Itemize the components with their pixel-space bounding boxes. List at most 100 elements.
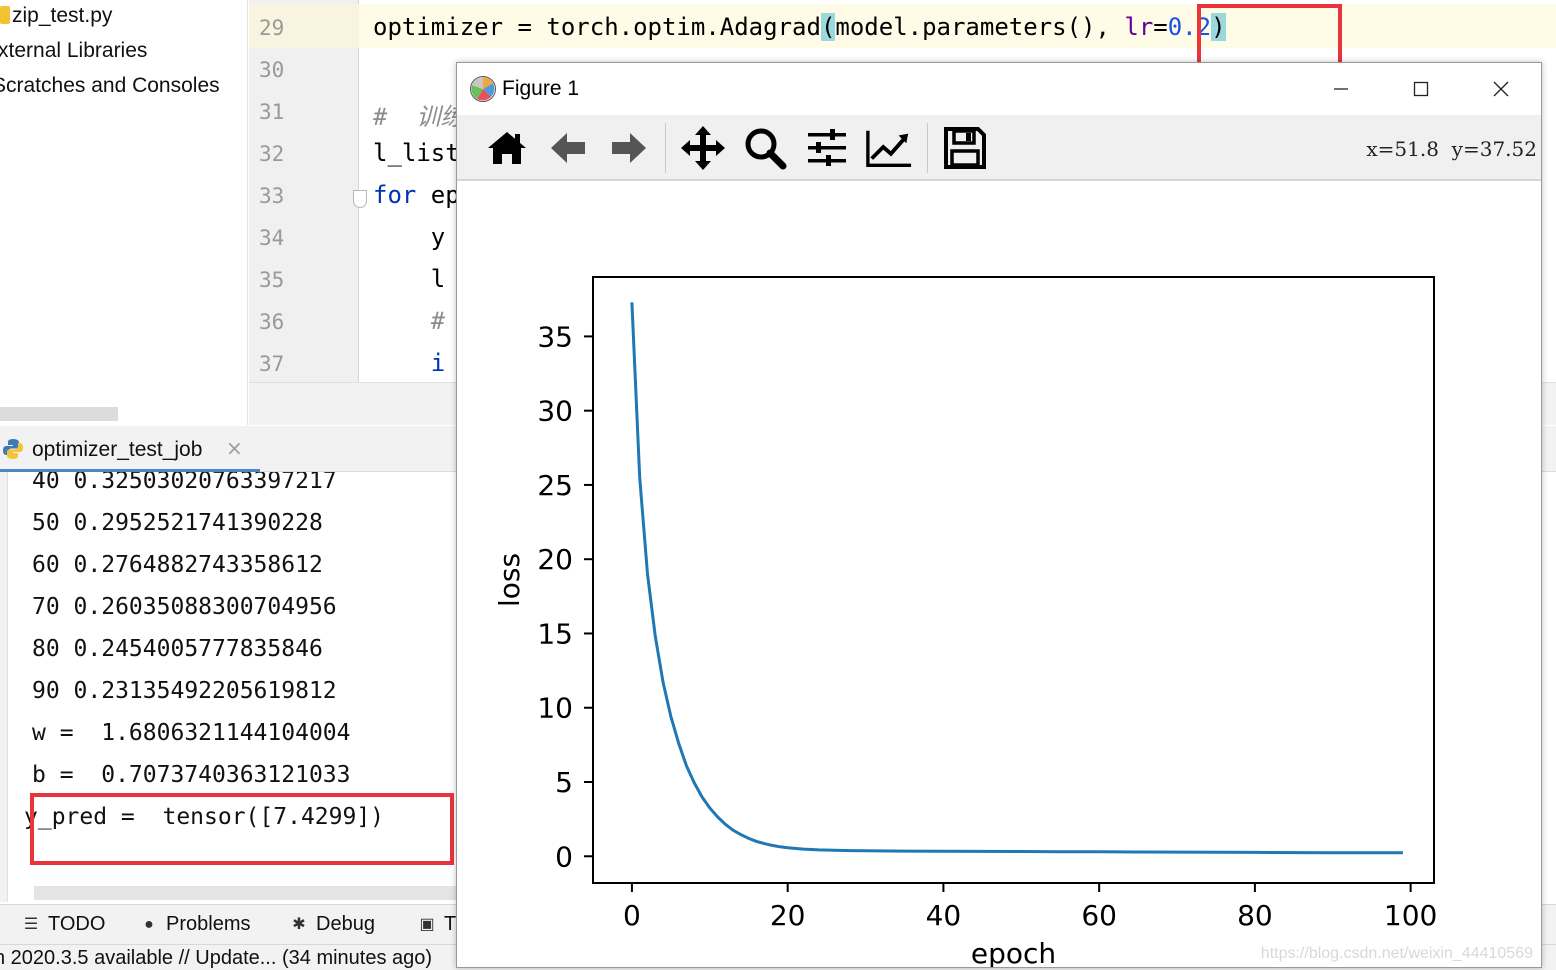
y-tick-label: 30: [537, 395, 573, 428]
line-number: 34: [259, 226, 285, 250]
edit-curves-button[interactable]: [865, 125, 913, 171]
toolbar-separator: [665, 123, 666, 173]
maximize-button[interactable]: [1391, 69, 1451, 109]
y-pred-highlight-box: [30, 793, 454, 865]
configure-subplots-button[interactable]: [803, 125, 851, 171]
loss-series-line: [630, 302, 1403, 855]
save-icon: [944, 127, 986, 169]
loss-line-chart[interactable]: 0 5 10 15 20 25 30 35 0 20 40 60 80 100 epoch loss: [457, 183, 1542, 968]
line-number: 31: [259, 100, 285, 124]
status-update-message[interactable]: n 2020.3.5 available // Update... (34 mi…: [0, 947, 432, 970]
figure-toolbar: x=51.8 y=37.52: [457, 115, 1541, 181]
x-tick-label: 80: [1237, 899, 1273, 932]
x-tick-label: 20: [770, 899, 806, 932]
line-number: 32: [259, 142, 285, 166]
x-tick-label: 0: [623, 899, 641, 932]
figure-window[interactable]: Figure 1 x=51.8 y=37.52 0 5 10 15 20 25 …: [456, 62, 1542, 968]
x-axis-label: epoch: [971, 937, 1056, 968]
line-number: 36: [259, 310, 285, 334]
y-tick-label: 15: [537, 617, 573, 650]
forward-arrow-icon: [612, 133, 646, 163]
y-tick-label: 10: [537, 692, 573, 725]
console-horizontal-scrollbar[interactable]: [34, 886, 456, 900]
code-line-35[interactable]: l: [373, 265, 445, 293]
console-line: 80 0.2454005777835846: [32, 636, 323, 662]
code-line-31[interactable]: # 训练: [373, 97, 464, 132]
zoom-button[interactable]: [741, 125, 789, 171]
problems-tool-button[interactable]: ● Problems: [140, 913, 250, 936]
line-number: 29: [259, 16, 285, 40]
subplots-config-icon: [808, 129, 846, 166]
matplotlib-icon: [470, 76, 496, 102]
y-axis-label: loss: [493, 553, 526, 607]
figure-titlebar[interactable]: Figure 1: [457, 63, 1541, 115]
tree-item-scratches[interactable]: Scratches and Consoles: [0, 74, 220, 98]
line-number: 30: [259, 58, 285, 82]
line-number-gutter: 29 30 31 32 33 34 35 36 37: [249, 0, 359, 382]
console-line: 70 0.26035088300704956: [32, 594, 337, 620]
console-line: 60 0.2764882743358612: [32, 552, 323, 578]
edit-curves-icon: [866, 130, 912, 167]
x-axis: 0 20 40 60 80 100: [623, 883, 1437, 932]
back-button[interactable]: [544, 125, 592, 171]
home-icon: [488, 132, 526, 164]
code-line-29[interactable]: optimizer = torch.optim.Adagrad(model.pa…: [373, 13, 1226, 41]
list-icon: ☰: [23, 915, 39, 933]
terminal-icon: ▣: [419, 915, 435, 933]
code-fold-marker[interactable]: [353, 190, 367, 208]
warning-icon: ●: [144, 915, 154, 933]
tree-item-external-libraries[interactable]: External Libraries: [0, 39, 147, 63]
minimize-icon: [1334, 88, 1348, 90]
run-tab-optimizer-test-job[interactable]: optimizer_test_job ×: [0, 426, 260, 472]
line-number: 33: [259, 184, 285, 208]
x-tick-label: 40: [926, 899, 962, 932]
todo-tool-button[interactable]: ☰ TODO: [22, 913, 106, 936]
x-tick-label: 100: [1384, 899, 1437, 932]
home-button[interactable]: [483, 125, 531, 171]
console-line: 90 0.23135492205619812: [32, 678, 337, 704]
line-number: 37: [259, 352, 285, 376]
code-line-37[interactable]: i: [373, 349, 445, 377]
tree-horizontal-scrollbar[interactable]: [0, 407, 118, 421]
minimize-button[interactable]: [1311, 69, 1371, 109]
terminal-tool-button[interactable]: ▣ T: [418, 913, 456, 936]
console-line: 50 0.2952521741390228: [32, 510, 323, 536]
watermark: https://blog.csdn.net/weixin_44410569: [1260, 945, 1533, 962]
toolbar-separator: [927, 123, 928, 173]
console-side-toolbar: [0, 472, 8, 902]
console-line: w = 1.6806321144104004: [32, 720, 351, 746]
y-axis: 0 5 10 15 20 25 30 35: [537, 320, 593, 873]
close-icon: [1493, 81, 1509, 97]
y-tick-label: 0: [555, 840, 573, 873]
y-tick-label: 35: [537, 320, 573, 353]
console-line: b = 0.7073740363121033: [32, 762, 351, 788]
line-number: 35: [259, 268, 285, 292]
zoom-icon: [745, 128, 787, 170]
code-line-36[interactable]: #: [373, 307, 445, 335]
tree-item-zip-test[interactable]: zip_test.py: [0, 4, 112, 28]
lr-highlight-box: [1197, 4, 1342, 68]
maximize-icon: [1413, 81, 1429, 97]
close-icon[interactable]: ×: [226, 436, 243, 460]
code-line-33[interactable]: for ep: [373, 181, 460, 209]
debug-tool-button[interactable]: ✱ Debug: [290, 913, 375, 936]
console-line: 40 0.32503020763397217: [32, 472, 337, 494]
figure-title: Figure 1: [502, 77, 580, 100]
bug-icon: ✱: [292, 915, 306, 933]
python-file-icon: [0, 6, 10, 24]
x-tick-label: 60: [1081, 899, 1117, 932]
axes-frame: [592, 276, 1435, 884]
python-icon: [3, 439, 23, 459]
pan-button[interactable]: [679, 125, 727, 171]
run-tab-label: optimizer_test_job: [32, 438, 203, 461]
forward-button[interactable]: [605, 125, 653, 171]
project-tree: zip_test.py External Libraries Scratches…: [0, 0, 248, 425]
back-arrow-icon: [551, 133, 585, 163]
code-line-32[interactable]: l_list: [373, 139, 460, 167]
code-line-34[interactable]: y: [373, 223, 445, 251]
pan-icon: [681, 126, 725, 170]
close-button[interactable]: [1471, 69, 1531, 109]
y-tick-label: 20: [537, 543, 573, 576]
save-figure-button[interactable]: [941, 125, 989, 171]
plot-canvas[interactable]: 0 5 10 15 20 25 30 35 0 20 40 60 80 100 epoch loss h…: [457, 183, 1542, 968]
